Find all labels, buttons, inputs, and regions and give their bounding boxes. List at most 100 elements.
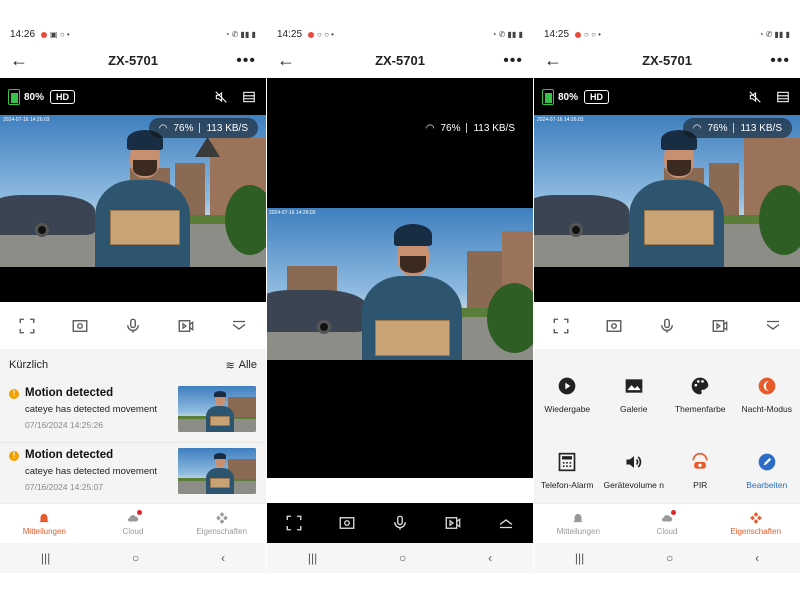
- layout-icon[interactable]: [242, 90, 256, 104]
- camera-controls: [0, 302, 266, 349]
- fullscreen-icon[interactable]: [285, 514, 303, 532]
- back-nav-icon[interactable]: ‹: [755, 551, 759, 565]
- notification-badge: [136, 510, 142, 515]
- phone-screen-fullscreen: 14:25 ○ ○ • ◔ ✆ ▮▮ ▮ ← ZX-5701 ••• ◠ 76%…: [267, 26, 533, 573]
- signal-strength: 76%: [707, 122, 728, 134]
- status-bar: 14:25 ○ ○ • ◔ ✆ ▮▮ ▮: [534, 26, 800, 43]
- mute-icon[interactable]: [214, 90, 228, 104]
- notification-badge: [670, 510, 676, 515]
- tab-notifications[interactable]: Mitteilungen: [534, 504, 623, 543]
- feature-playback[interactable]: Wiedergabe: [534, 357, 601, 433]
- expand-panel-icon[interactable]: [497, 514, 515, 532]
- status-notification-icons: ○ ○ •: [575, 30, 601, 39]
- tab-cloud[interactable]: Cloud: [623, 504, 712, 543]
- feature-phone-alarm[interactable]: Telefon-Alarm: [534, 433, 601, 509]
- recent-apps-icon[interactable]: |||: [575, 551, 584, 565]
- recent-apps-icon[interactable]: |||: [308, 551, 317, 565]
- layout-icon[interactable]: [776, 90, 790, 104]
- home-icon[interactable]: ○: [399, 551, 406, 565]
- microphone-icon[interactable]: [124, 317, 142, 335]
- snapshot-icon[interactable]: [71, 317, 89, 335]
- event-item[interactable]: ! Motion detected cateye has detected mo…: [0, 443, 266, 505]
- alert-icon: !: [9, 389, 19, 399]
- wifi-icon: ◠: [158, 122, 168, 134]
- back-nav-icon[interactable]: ‹: [221, 551, 225, 565]
- signal-strength: 76%: [440, 122, 461, 134]
- more-options-icon[interactable]: •••: [236, 52, 256, 70]
- event-item[interactable]: ! Motion detected cateye has detected mo…: [0, 381, 266, 443]
- status-notification-icons: ○ ○ •: [308, 30, 334, 39]
- home-icon[interactable]: ○: [132, 551, 139, 565]
- app-header: ← ZX-5701 •••: [0, 43, 266, 78]
- microphone-icon[interactable]: [391, 514, 409, 532]
- tab-properties[interactable]: Eigenschaften: [711, 504, 800, 543]
- feature-device-volume[interactable]: Gerätevolume n: [601, 433, 668, 509]
- event-thumbnail[interactable]: [178, 386, 256, 432]
- microphone-icon[interactable]: [658, 317, 676, 335]
- home-icon[interactable]: ○: [666, 551, 673, 565]
- connection-stats: ◠ 76% 113 KB/S: [682, 118, 792, 138]
- event-thumbnail[interactable]: [178, 448, 256, 494]
- pir-sensor-icon: [692, 452, 708, 469]
- app-header: ← ZX-5701 •••: [534, 43, 800, 78]
- back-arrow-icon[interactable]: ←: [10, 50, 30, 71]
- feature-pir[interactable]: PIR: [667, 433, 734, 509]
- tab-properties[interactable]: Eigenschaften: [177, 504, 266, 543]
- live-video[interactable]: 80% HD 2024-07-16 14:26:03 ◠ 76% 113 KB/…: [534, 78, 800, 302]
- gallery-icon: [625, 379, 643, 393]
- hd-quality-button[interactable]: HD: [584, 90, 610, 104]
- status-system-icons: ◔ ✆ ▮▮ ▮: [758, 30, 790, 39]
- palette-icon: [691, 377, 709, 395]
- back-arrow-icon[interactable]: ←: [544, 50, 564, 71]
- phone-screen-properties: 14:25 ○ ○ • ◔ ✆ ▮▮ ▮ ← ZX-5701 ••• 80% H…: [534, 26, 800, 573]
- back-nav-icon[interactable]: ‹: [488, 551, 492, 565]
- device-title: ZX-5701: [375, 53, 425, 68]
- bell-icon: [573, 513, 583, 524]
- data-rate: 113 KB/S: [473, 122, 515, 134]
- night-mode-icon: [758, 377, 776, 395]
- video-timestamp: 2024-07-16 14:26:03: [269, 210, 316, 216]
- android-nav-bar: ||| ○ ‹: [267, 543, 533, 573]
- properties-icon: [749, 512, 762, 524]
- record-video-icon[interactable]: [177, 317, 195, 335]
- layers-icon: ≋: [225, 359, 235, 372]
- properties-icon: [215, 512, 228, 524]
- battery-icon: [8, 89, 20, 105]
- mute-icon[interactable]: [748, 90, 762, 104]
- fullscreen-icon[interactable]: [552, 317, 570, 335]
- status-system-icons: ◔ ✆ ▮▮ ▮: [224, 30, 256, 39]
- volume-icon: [626, 456, 641, 468]
- bottom-tab-bar: Mitteilungen Cloud Eigenschaften: [0, 503, 266, 543]
- feature-grid: Wiedergabe Galerie Themenfarbe Nacht-Mod…: [534, 349, 800, 509]
- video-top-row: 80% HD: [8, 88, 256, 106]
- feature-night-mode[interactable]: Nacht-Modus: [734, 357, 800, 433]
- connection-stats: ◠ 76% 113 KB/S: [148, 118, 258, 138]
- live-video[interactable]: 80% HD 2024-07-16 14:26:03 ◠ 76% 113 KB/…: [0, 78, 266, 302]
- back-arrow-icon[interactable]: ←: [277, 50, 297, 71]
- signal-strength: 76%: [173, 122, 194, 134]
- snapshot-icon[interactable]: [605, 317, 623, 335]
- more-options-icon[interactable]: •••: [770, 52, 790, 70]
- live-video[interactable]: ◠ 76% 113 KB/S 2024-07-16 14:26:03: [267, 78, 533, 478]
- record-video-icon[interactable]: [444, 514, 462, 532]
- all-events-button[interactable]: ≋ Alle: [225, 359, 257, 372]
- record-video-icon[interactable]: [711, 317, 729, 335]
- collapse-panel-icon[interactable]: [764, 317, 782, 335]
- recent-apps-icon[interactable]: |||: [41, 551, 50, 565]
- fullscreen-icon[interactable]: [18, 317, 36, 335]
- collapse-panel-icon[interactable]: [230, 317, 248, 335]
- play-icon: [558, 377, 576, 395]
- device-title: ZX-5701: [108, 53, 158, 68]
- feature-edit[interactable]: Bearbeiten: [734, 433, 800, 509]
- tab-notifications[interactable]: Mitteilungen: [0, 504, 89, 543]
- hd-quality-button[interactable]: HD: [50, 90, 76, 104]
- feature-gallery[interactable]: Galerie: [601, 357, 668, 433]
- device-title: ZX-5701: [642, 53, 692, 68]
- snapshot-icon[interactable]: [338, 514, 356, 532]
- more-options-icon[interactable]: •••: [503, 52, 523, 70]
- data-rate: 113 KB/S: [740, 122, 782, 134]
- feature-theme-color[interactable]: Themenfarbe: [667, 357, 734, 433]
- fullscreen-controls: [267, 503, 533, 543]
- tab-cloud[interactable]: Cloud: [89, 504, 178, 543]
- battery-level: 80%: [24, 91, 45, 103]
